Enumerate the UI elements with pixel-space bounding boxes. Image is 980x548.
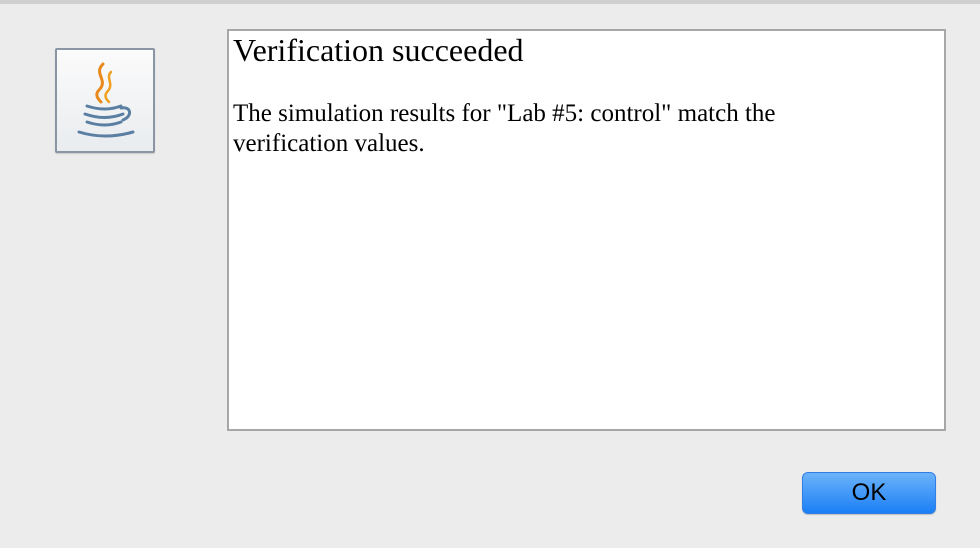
ok-button[interactable]: OK: [802, 472, 936, 514]
window-top-edge: [0, 0, 980, 4]
message-panel: Verification succeeded The simulation re…: [227, 29, 946, 431]
message-title: Verification succeeded: [233, 32, 524, 68]
java-coffee-cup-icon: [55, 48, 155, 153]
message-body: The simulation results for "Lab #5: cont…: [233, 100, 776, 157]
